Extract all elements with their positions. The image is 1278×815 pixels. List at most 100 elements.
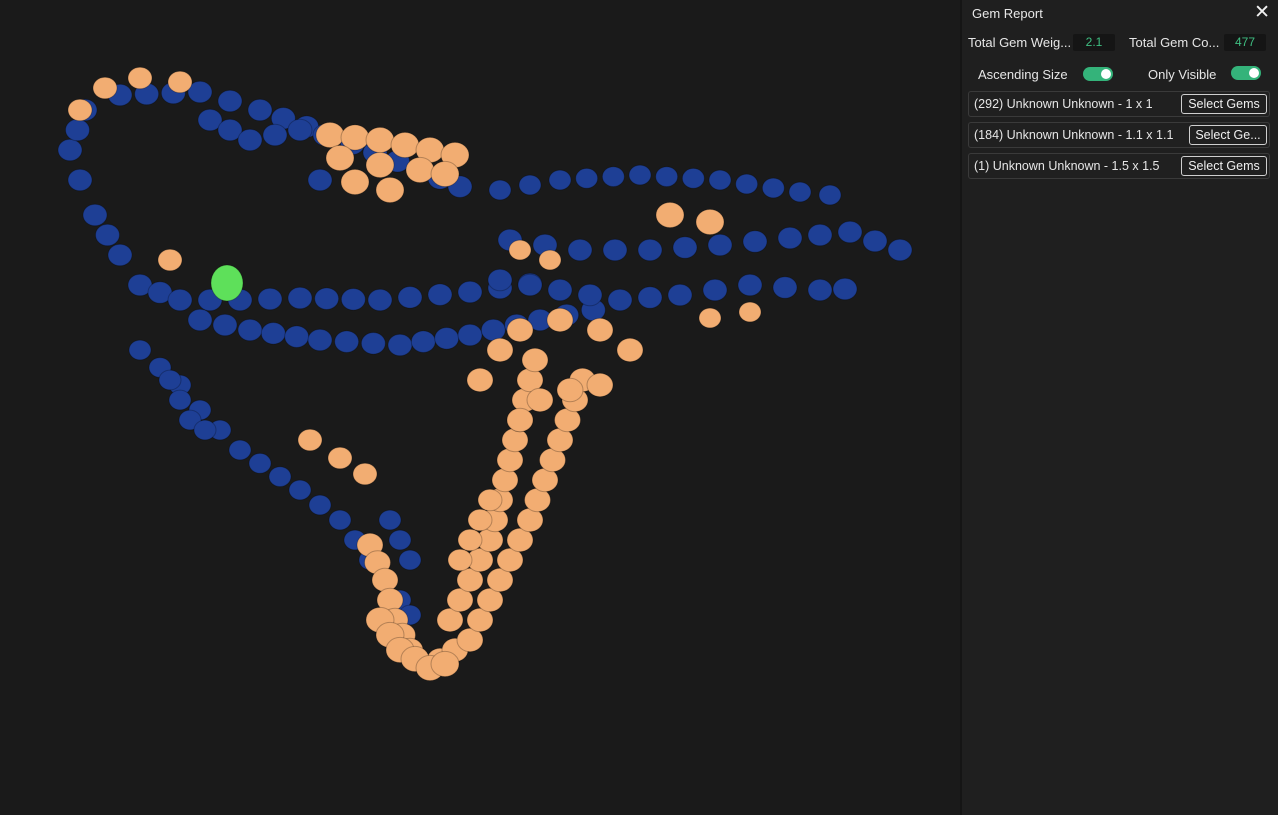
gem [158,369,182,391]
gem [328,509,352,531]
gem [388,529,412,551]
gem [65,118,90,142]
gem [325,144,355,172]
gem-group-label: (184) Unknown Unknown - 1.1 x 1.1 [974,128,1174,142]
gem [360,332,386,355]
select-gems-button[interactable]: Select Ge... [1189,125,1267,145]
gem [681,167,705,189]
gem [288,479,312,501]
gem [518,174,542,196]
gem [477,488,503,512]
total-count-label: Total Gem Co... [1129,35,1220,50]
gem [862,229,888,253]
gem [742,230,768,253]
gem [488,179,512,201]
jewelry-model[interactable] [0,0,958,815]
gem [193,419,217,441]
gem [260,322,286,345]
gem [167,70,193,94]
gem [210,264,244,302]
gem [457,323,483,347]
gem [315,121,345,149]
gem [487,268,513,292]
gem-group-row[interactable]: (292) Unknown Unknown - 1 x 1 Select Gem… [968,91,1270,117]
gem [390,131,420,159]
gem [397,286,423,309]
gem [807,278,833,302]
gem [365,126,395,154]
gem [672,236,698,259]
gem [187,308,213,332]
gem [546,307,574,333]
gem [567,238,593,262]
select-gems-button[interactable]: Select Gems [1181,94,1267,114]
gem [837,220,863,244]
gem [367,288,393,312]
select-gems-button[interactable]: Select Gems [1181,156,1267,176]
gem [340,168,370,196]
gem [447,548,473,572]
gem-group-row[interactable]: (184) Unknown Unknown - 1.1 x 1.1 Select… [968,122,1270,148]
gem [430,650,460,678]
gem [57,138,83,162]
gem [307,168,333,192]
gem [607,288,633,312]
gem [548,169,572,191]
gem [307,328,333,352]
gem [371,567,399,593]
gem [695,208,725,236]
3d-viewport[interactable] [0,0,958,815]
gem [556,377,584,403]
gem [887,238,913,262]
gem-group-row[interactable]: (1) Unknown Unknown - 1.5 x 1.5 Select G… [968,153,1270,179]
gem [708,169,732,191]
gem [434,327,460,350]
gem [807,223,833,247]
only-visible-label: Only Visible [1148,67,1217,82]
gem [287,286,313,310]
gem [107,243,133,267]
gem [538,249,562,271]
ascending-size-toggle[interactable] [1083,67,1113,81]
gem [228,439,252,461]
gem [95,223,120,247]
gem [761,177,785,199]
gem [157,248,183,272]
close-icon[interactable]: ✕ [1254,2,1270,24]
gem [457,280,483,304]
gem [655,166,679,188]
gem-report-panel: Gem Report ✕ Total Gem Weig... 2.1 Total… [960,0,1278,815]
gem [284,325,310,348]
gem [616,337,644,363]
gem [480,318,506,342]
gem [92,76,118,100]
gem [167,288,193,312]
gem [378,509,402,531]
total-count-value: 477 [1224,34,1266,51]
gem [655,201,685,229]
gem [702,278,728,302]
gem [526,387,554,413]
gem [308,494,332,516]
gem [467,508,493,532]
only-visible-toggle[interactable] [1231,66,1261,80]
gem [128,339,152,361]
gem [506,407,534,433]
gem [772,276,798,299]
gem [628,164,652,186]
panel-title: Gem Report [972,6,1043,21]
gem [217,89,243,113]
gem [637,238,663,262]
gem [601,166,625,188]
gem [521,347,549,373]
gem [268,466,292,488]
gem [735,173,759,195]
total-weight-value: 2.1 [1073,34,1115,51]
ascending-size-label: Ascending Size [978,67,1068,82]
gem [547,278,573,302]
gem [501,427,529,453]
gem [237,318,263,342]
gem [410,330,436,353]
gem [818,184,842,206]
gem [67,168,93,192]
